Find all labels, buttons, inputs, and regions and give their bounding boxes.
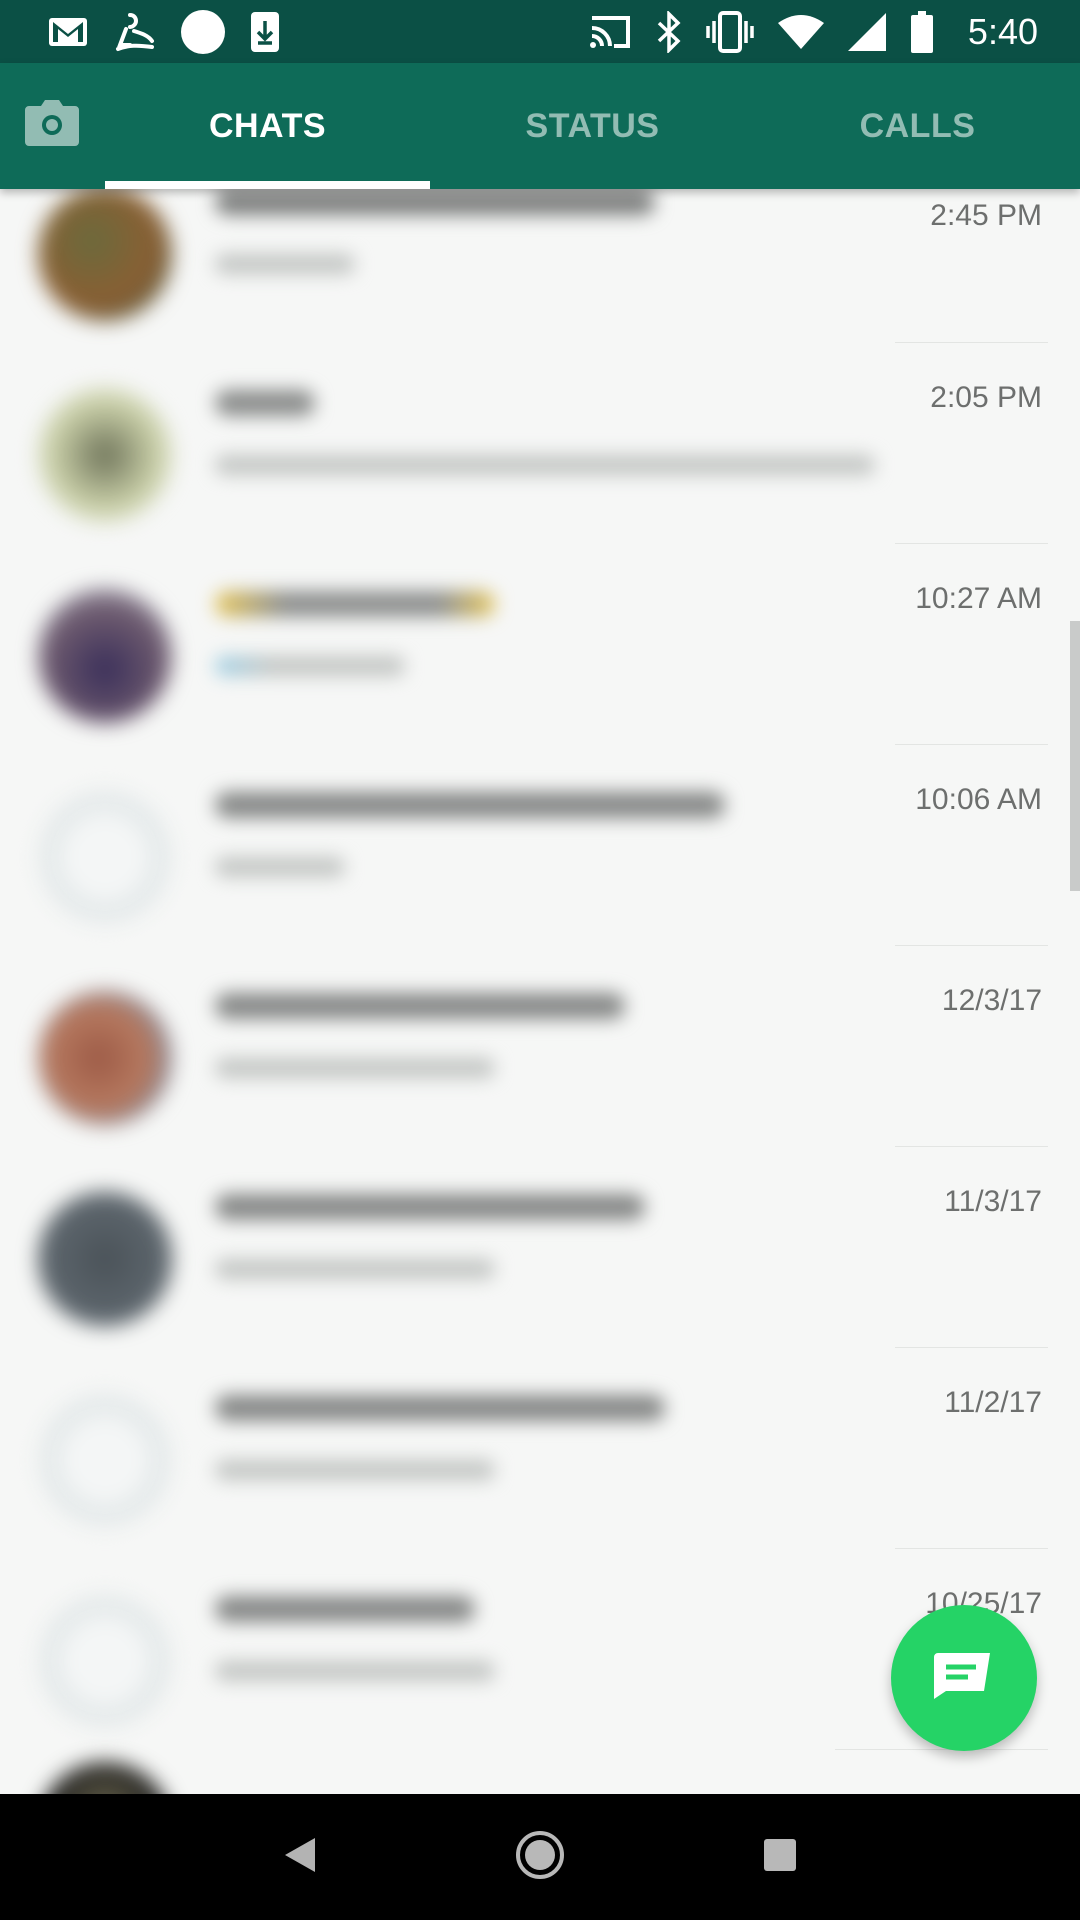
avatar	[38, 189, 172, 321]
active-tab-indicator	[105, 181, 430, 189]
camera-tab[interactable]	[22, 99, 82, 151]
battery-icon	[910, 10, 934, 53]
tab-status[interactable]: STATUS	[430, 63, 755, 189]
avatar	[38, 991, 172, 1125]
back-icon	[283, 1836, 317, 1879]
chat-row[interactable]: 11/2/17	[0, 1348, 1080, 1549]
chat-row[interactable]: 2:05 PM	[0, 343, 1080, 544]
home-button[interactable]	[500, 1817, 580, 1897]
blurred-contact-name	[215, 1395, 665, 1421]
tab-calls[interactable]: CALLS	[755, 63, 1080, 189]
gmail-icon	[48, 16, 88, 48]
navigation-bar	[0, 1794, 1080, 1920]
blurred-message-preview	[215, 1058, 495, 1078]
back-button[interactable]	[260, 1817, 340, 1897]
bluetooth-icon	[656, 10, 682, 53]
scrollbar[interactable]	[1070, 621, 1080, 891]
chat-time: 10:06 AM	[915, 783, 1042, 816]
avatar	[38, 790, 172, 924]
avatar	[38, 1762, 172, 1794]
avatar	[38, 1192, 172, 1326]
blurred-message-preview	[215, 1661, 495, 1681]
chat-row[interactable]: 12/3/17	[0, 946, 1080, 1147]
blurred-contact-name	[215, 189, 655, 215]
chat-row[interactable]: 2:45 PM	[0, 189, 1080, 343]
blurred-message-preview	[215, 857, 345, 877]
signal-icon	[847, 12, 886, 51]
blurred-message-preview	[215, 656, 405, 676]
chat-time: 12/3/17	[941, 984, 1042, 1017]
blurred-message-preview	[215, 1460, 495, 1480]
chat-time: 2:45 PM	[930, 199, 1042, 232]
chat-row[interactable]: 10:27 AM	[0, 544, 1080, 745]
chat-time: 11/3/17	[944, 1185, 1042, 1218]
app-bar: CHATS STATUS CALLS	[0, 63, 1080, 189]
new-chat-button[interactable]	[891, 1605, 1037, 1751]
circle-icon	[180, 9, 226, 55]
chat-list: 2:45 PM 2:05 PM 10:27 AM 10:06 AM 12/3/1…	[0, 189, 1080, 1794]
download-icon	[250, 11, 280, 53]
blurred-contact-name	[215, 591, 495, 617]
chat-time: 11/2/17	[944, 1386, 1042, 1419]
cast-icon	[588, 14, 632, 50]
chat-row[interactable]	[0, 1750, 1080, 1794]
blurred-contact-name	[215, 1194, 645, 1220]
avatar	[38, 589, 172, 723]
avatar	[38, 388, 172, 522]
blurred-message-preview	[215, 254, 355, 274]
blurred-contact-name	[215, 1596, 475, 1622]
new-chat-icon	[934, 1652, 994, 1704]
chat-time: 2:05 PM	[930, 381, 1042, 414]
notification-icons	[48, 9, 280, 55]
avatar	[38, 1393, 172, 1527]
chat-row[interactable]: 11/3/17	[0, 1147, 1080, 1348]
blurred-contact-name	[215, 792, 725, 818]
clock: 5:40	[967, 10, 1038, 52]
blurred-contact-name	[215, 993, 625, 1019]
wifi-icon	[777, 14, 824, 49]
status-bar: 5:40	[0, 0, 1080, 63]
recents-button[interactable]	[740, 1817, 820, 1897]
chat-row[interactable]: 10:06 AM	[0, 745, 1080, 946]
blurred-message-preview	[215, 455, 875, 475]
recents-icon	[763, 1838, 797, 1877]
blurred-message-preview	[215, 1259, 495, 1279]
chat-time: 10:27 AM	[915, 582, 1042, 615]
assistant-icon	[112, 11, 156, 53]
avatar	[38, 1594, 172, 1728]
home-icon	[515, 1830, 565, 1885]
blurred-contact-name	[215, 390, 315, 416]
system-icons: 5:40	[588, 10, 1038, 53]
camera-icon	[25, 99, 79, 151]
tab-chats[interactable]: CHATS	[105, 63, 430, 189]
vibrate-icon	[706, 10, 754, 53]
